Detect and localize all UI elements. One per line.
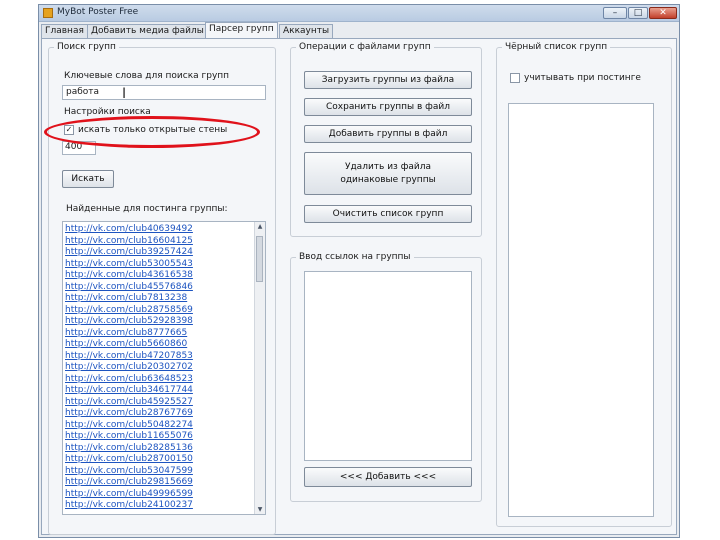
app-icon xyxy=(43,8,53,18)
text-cursor-icon: I xyxy=(122,86,127,102)
found-groups-list[interactable]: http://vk.com/club40639492 http://vk.com/… xyxy=(62,221,266,515)
tab-content: Поиск групп Ключевые слова для поиска гр… xyxy=(41,38,677,535)
minimize-button[interactable]: – xyxy=(603,7,627,19)
use-blacklist-checkbox[interactable] xyxy=(510,73,520,83)
group-link[interactable]: http://vk.com/club5660860 xyxy=(63,339,265,351)
links-textarea[interactable] xyxy=(304,271,472,461)
scroll-up-icon[interactable]: ▲ xyxy=(255,223,265,230)
group-link[interactable]: http://vk.com/club39257424 xyxy=(63,247,265,259)
use-blacklist-label: учитывать при постинге xyxy=(524,73,641,83)
keywords-label: Ключевые слова для поиска групп xyxy=(64,71,230,81)
search-button[interactable]: Искать xyxy=(62,170,114,188)
group-link[interactable]: http://vk.com/club16604125 xyxy=(63,236,265,248)
group-link[interactable]: http://vk.com/club45576846 xyxy=(63,282,265,294)
links-input-title: Ввод ссылок на группы xyxy=(296,252,414,262)
scroll-thumb[interactable] xyxy=(256,236,263,282)
close-button[interactable]: ✕ xyxy=(649,7,677,19)
group-link[interactable]: http://vk.com/club53005543 xyxy=(63,259,265,271)
window-title: MyBot Poster Free xyxy=(57,7,139,17)
group-link[interactable]: http://vk.com/club11655076 xyxy=(63,431,265,443)
dedupe-line-1: Удалить из файла xyxy=(344,162,432,172)
group-link[interactable]: http://vk.com/club28700150 xyxy=(63,454,265,466)
group-link[interactable]: http://vk.com/club8777665 xyxy=(63,328,265,340)
tab-accounts[interactable]: Аккаунты xyxy=(279,24,334,38)
clear-groups-button[interactable]: Очистить список групп xyxy=(304,205,472,223)
dedupe-line-2: одинаковые группы xyxy=(340,175,436,185)
group-link[interactable]: http://vk.com/club50482274 xyxy=(63,420,265,432)
group-link[interactable]: http://vk.com/club24100237 xyxy=(63,500,265,512)
group-link[interactable]: http://vk.com/club28285136 xyxy=(63,443,265,455)
save-groups-button[interactable]: Сохранить группы в файл xyxy=(304,98,472,116)
title-bar: MyBot Poster Free – □ ✕ xyxy=(39,5,679,22)
search-groups-title: Поиск групп xyxy=(54,42,119,52)
group-link[interactable]: http://vk.com/club28767769 xyxy=(63,408,265,420)
group-link[interactable]: http://vk.com/club34617744 xyxy=(63,385,265,397)
group-link[interactable]: http://vk.com/club45925527 xyxy=(63,397,265,409)
group-link[interactable]: http://vk.com/club29815669 xyxy=(63,477,265,489)
group-link[interactable]: http://vk.com/club49996599 xyxy=(63,489,265,501)
keywords-input[interactable]: работа xyxy=(62,85,266,100)
group-link[interactable]: http://vk.com/club47207853 xyxy=(63,351,265,363)
tab-bar: Главная Добавить медиа файлы Парсер груп… xyxy=(39,22,679,38)
tab-add-media[interactable]: Добавить медиа файлы xyxy=(87,24,208,38)
group-link[interactable]: http://vk.com/club52928398 xyxy=(63,316,265,328)
file-ops-title: Операции с файлами групп xyxy=(296,42,434,52)
group-link[interactable]: http://vk.com/club28758569 xyxy=(63,305,265,317)
blacklist-title: Чёрный список групп xyxy=(502,42,611,52)
group-link[interactable]: http://vk.com/club53047599 xyxy=(63,466,265,478)
results-scrollbar[interactable]: ▲ ▼ xyxy=(254,222,265,514)
group-link[interactable]: http://vk.com/club7813238 xyxy=(63,293,265,305)
app-window: MyBot Poster Free – □ ✕ Главная Добавить… xyxy=(38,4,680,538)
group-link[interactable]: http://vk.com/club43616538 xyxy=(63,270,265,282)
tab-main[interactable]: Главная xyxy=(41,24,88,38)
blacklist-textarea[interactable] xyxy=(508,103,654,517)
scroll-down-icon[interactable]: ▼ xyxy=(255,506,265,513)
dedupe-groups-button[interactable]: Удалить из файла одинаковые группы xyxy=(304,152,472,195)
group-link[interactable]: http://vk.com/club63648523 xyxy=(63,374,265,386)
tab-group-parser[interactable]: Парсер групп xyxy=(205,22,278,38)
add-links-button[interactable]: <<< Добавить <<< xyxy=(304,467,472,487)
group-link[interactable]: http://vk.com/club40639492 xyxy=(63,224,265,236)
append-groups-button[interactable]: Добавить группы в файл xyxy=(304,125,472,143)
maximize-button[interactable]: □ xyxy=(628,7,648,19)
group-link[interactable]: http://vk.com/club20302702 xyxy=(63,362,265,374)
found-groups-label: Найденные для постинга группы: xyxy=(66,204,228,214)
load-groups-button[interactable]: Загрузить группы из файла xyxy=(304,71,472,89)
highlight-ellipse xyxy=(44,116,260,148)
